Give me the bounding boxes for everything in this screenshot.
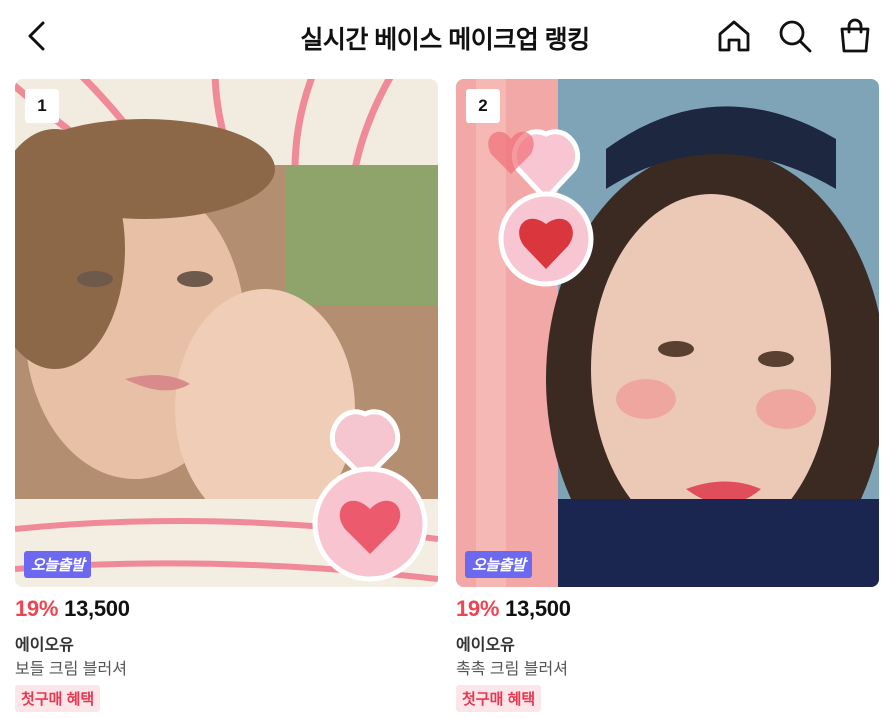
product-photo <box>456 79 879 587</box>
product-image[interactable]: 1 오늘출발 <box>15 79 438 587</box>
shopping-bag-icon[interactable] <box>836 17 874 55</box>
rank-badge: 1 <box>25 89 59 123</box>
home-icon[interactable] <box>715 17 753 55</box>
delivery-badge: 오늘출발 <box>465 551 533 578</box>
benefit-badge: 첫구매 혜택 <box>456 685 542 712</box>
sale-price: 13,500 <box>64 596 130 621</box>
top-bar: 실시간 베이스 메이크업 랭킹 <box>0 0 890 74</box>
rank-badge: 2 <box>466 89 500 123</box>
product-name[interactable]: 보들 크림 블러셔 <box>15 655 127 679</box>
price-row: 19% 13,500 <box>15 596 130 622</box>
search-icon[interactable] <box>776 17 814 55</box>
sale-price: 13,500 <box>505 596 571 621</box>
product-photo <box>15 79 438 587</box>
page-title: 실시간 베이스 메이크업 랭킹 <box>300 26 590 54</box>
discount-rate: 19% <box>456 596 500 621</box>
delivery-badge: 오늘출발 <box>24 551 92 578</box>
price-row: 19% 13,500 <box>456 596 571 622</box>
product-card[interactable]: 1 오늘출발 19% 13,500 에이오유 보들 크림 블러셔 첫구매 혜택 <box>15 79 438 712</box>
brand-name[interactable]: 에이오유 <box>456 631 515 655</box>
benefit-badge: 첫구매 혜택 <box>15 685 101 712</box>
discount-rate: 19% <box>15 596 59 621</box>
product-image[interactable]: 2 오늘출발 <box>456 79 879 587</box>
product-name[interactable]: 촉촉 크림 블러셔 <box>456 655 568 679</box>
brand-name[interactable]: 에이오유 <box>15 631 74 655</box>
product-card[interactable]: 2 오늘출발 19% 13,500 에이오유 촉촉 크림 블러셔 첫구매 혜택 <box>456 79 879 712</box>
